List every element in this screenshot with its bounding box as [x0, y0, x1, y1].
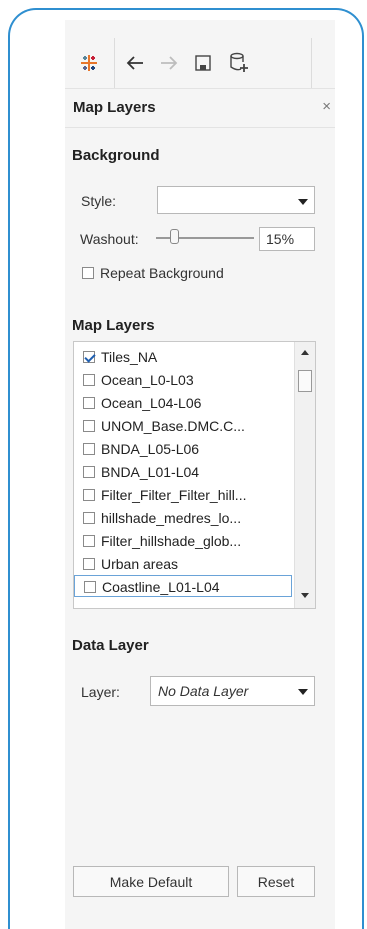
- layer-checkbox[interactable]: [83, 443, 95, 455]
- panel-header: Map Layers ×: [65, 88, 335, 128]
- tableau-logo-icon[interactable]: [65, 38, 113, 88]
- background-section-title: Background: [72, 147, 160, 164]
- arrow-left-icon[interactable]: [118, 38, 152, 88]
- list-item[interactable]: Urban areas: [74, 553, 292, 575]
- layer-checkbox[interactable]: [83, 512, 95, 524]
- list-item[interactable]: UNOM_Base.DMC.C...: [74, 415, 292, 437]
- save-icon[interactable]: [186, 38, 220, 88]
- make-default-button[interactable]: Make Default: [73, 866, 229, 897]
- style-label: Style:: [81, 193, 117, 209]
- list-item[interactable]: Filter_Filter_Filter_hill...: [74, 484, 292, 506]
- layer-checkbox[interactable]: [83, 466, 95, 478]
- layer-label: UNOM_Base.DMC.C...: [101, 418, 245, 434]
- washout-slider-thumb[interactable]: [170, 229, 179, 244]
- layer-label: Coastline_L01-L04: [102, 579, 220, 595]
- layer-label: Filter_Filter_Filter_hill...: [101, 487, 247, 503]
- layer-label: BNDA_L05-L06: [101, 441, 200, 457]
- panel-title: Map Layers: [73, 99, 156, 116]
- list-item[interactable]: hillshade_medres_lo...: [74, 507, 292, 529]
- chevron-down-icon: [298, 689, 308, 695]
- data-layer-dropdown[interactable]: No Data Layer: [150, 676, 315, 706]
- layer-label: Layer:: [81, 684, 120, 700]
- list-item[interactable]: Ocean_L04-L06: [74, 392, 292, 414]
- list-item[interactable]: Ocean_L0-L03: [74, 369, 292, 391]
- layer-label: Ocean_L0-L03: [101, 372, 194, 388]
- list-item[interactable]: Filter_hillshade_glob...: [74, 530, 292, 552]
- washout-label: Washout:: [80, 231, 139, 247]
- reset-button[interactable]: Reset: [237, 866, 315, 897]
- list-item[interactable]: Tiles_NA: [74, 346, 292, 368]
- map-layers-list: Tiles_NA Ocean_L0-L03 Ocean_L04-L06 UNOM…: [73, 341, 316, 609]
- layer-checkbox[interactable]: [83, 420, 95, 432]
- style-dropdown[interactable]: [157, 186, 315, 214]
- layer-label: hillshade_medres_lo...: [101, 510, 242, 526]
- layer-checkbox[interactable]: [83, 397, 95, 409]
- scroll-down-icon[interactable]: [301, 593, 309, 598]
- layer-checkbox[interactable]: [83, 374, 95, 386]
- close-icon[interactable]: ×: [322, 98, 331, 115]
- washout-percent-input[interactable]: 15%: [259, 227, 315, 251]
- layer-label: Tiles_NA: [101, 349, 158, 365]
- scroll-up-icon[interactable]: [301, 350, 309, 355]
- list-item[interactable]: BNDA_L01-L04: [74, 461, 292, 483]
- chevron-down-icon: [298, 199, 308, 205]
- repeat-background-label: Repeat Background: [100, 265, 224, 281]
- list-item[interactable]: BNDA_L05-L06: [74, 438, 292, 460]
- layer-label: Ocean_L04-L06: [101, 395, 202, 411]
- map-layers-section-title: Map Layers: [72, 317, 155, 334]
- layer-label: BNDA_L01-L04: [101, 464, 200, 480]
- layer-label: Urban areas: [101, 556, 179, 572]
- toolbar-divider: [311, 38, 312, 88]
- layer-checkbox[interactable]: [84, 581, 96, 593]
- list-item[interactable]: Coastline_L01-L04: [74, 575, 292, 597]
- repeat-background-checkbox[interactable]: [82, 267, 94, 279]
- layer-checkbox[interactable]: [83, 351, 95, 363]
- arrow-right-icon[interactable]: [152, 38, 186, 88]
- scrollbar-thumb[interactable]: [298, 370, 312, 392]
- data-layer-section-title: Data Layer: [72, 637, 149, 654]
- data-layer-dropdown-value: No Data Layer: [158, 683, 249, 699]
- layer-checkbox[interactable]: [83, 535, 95, 547]
- layer-label: Filter_hillshade_glob...: [101, 533, 242, 549]
- toolbar: [65, 38, 335, 88]
- layer-checkbox[interactable]: [83, 489, 95, 501]
- add-datasource-icon[interactable]: [220, 38, 258, 88]
- list-scrollbar[interactable]: [294, 342, 315, 608]
- toolbar-divider: [114, 38, 115, 88]
- layer-checkbox[interactable]: [83, 558, 95, 570]
